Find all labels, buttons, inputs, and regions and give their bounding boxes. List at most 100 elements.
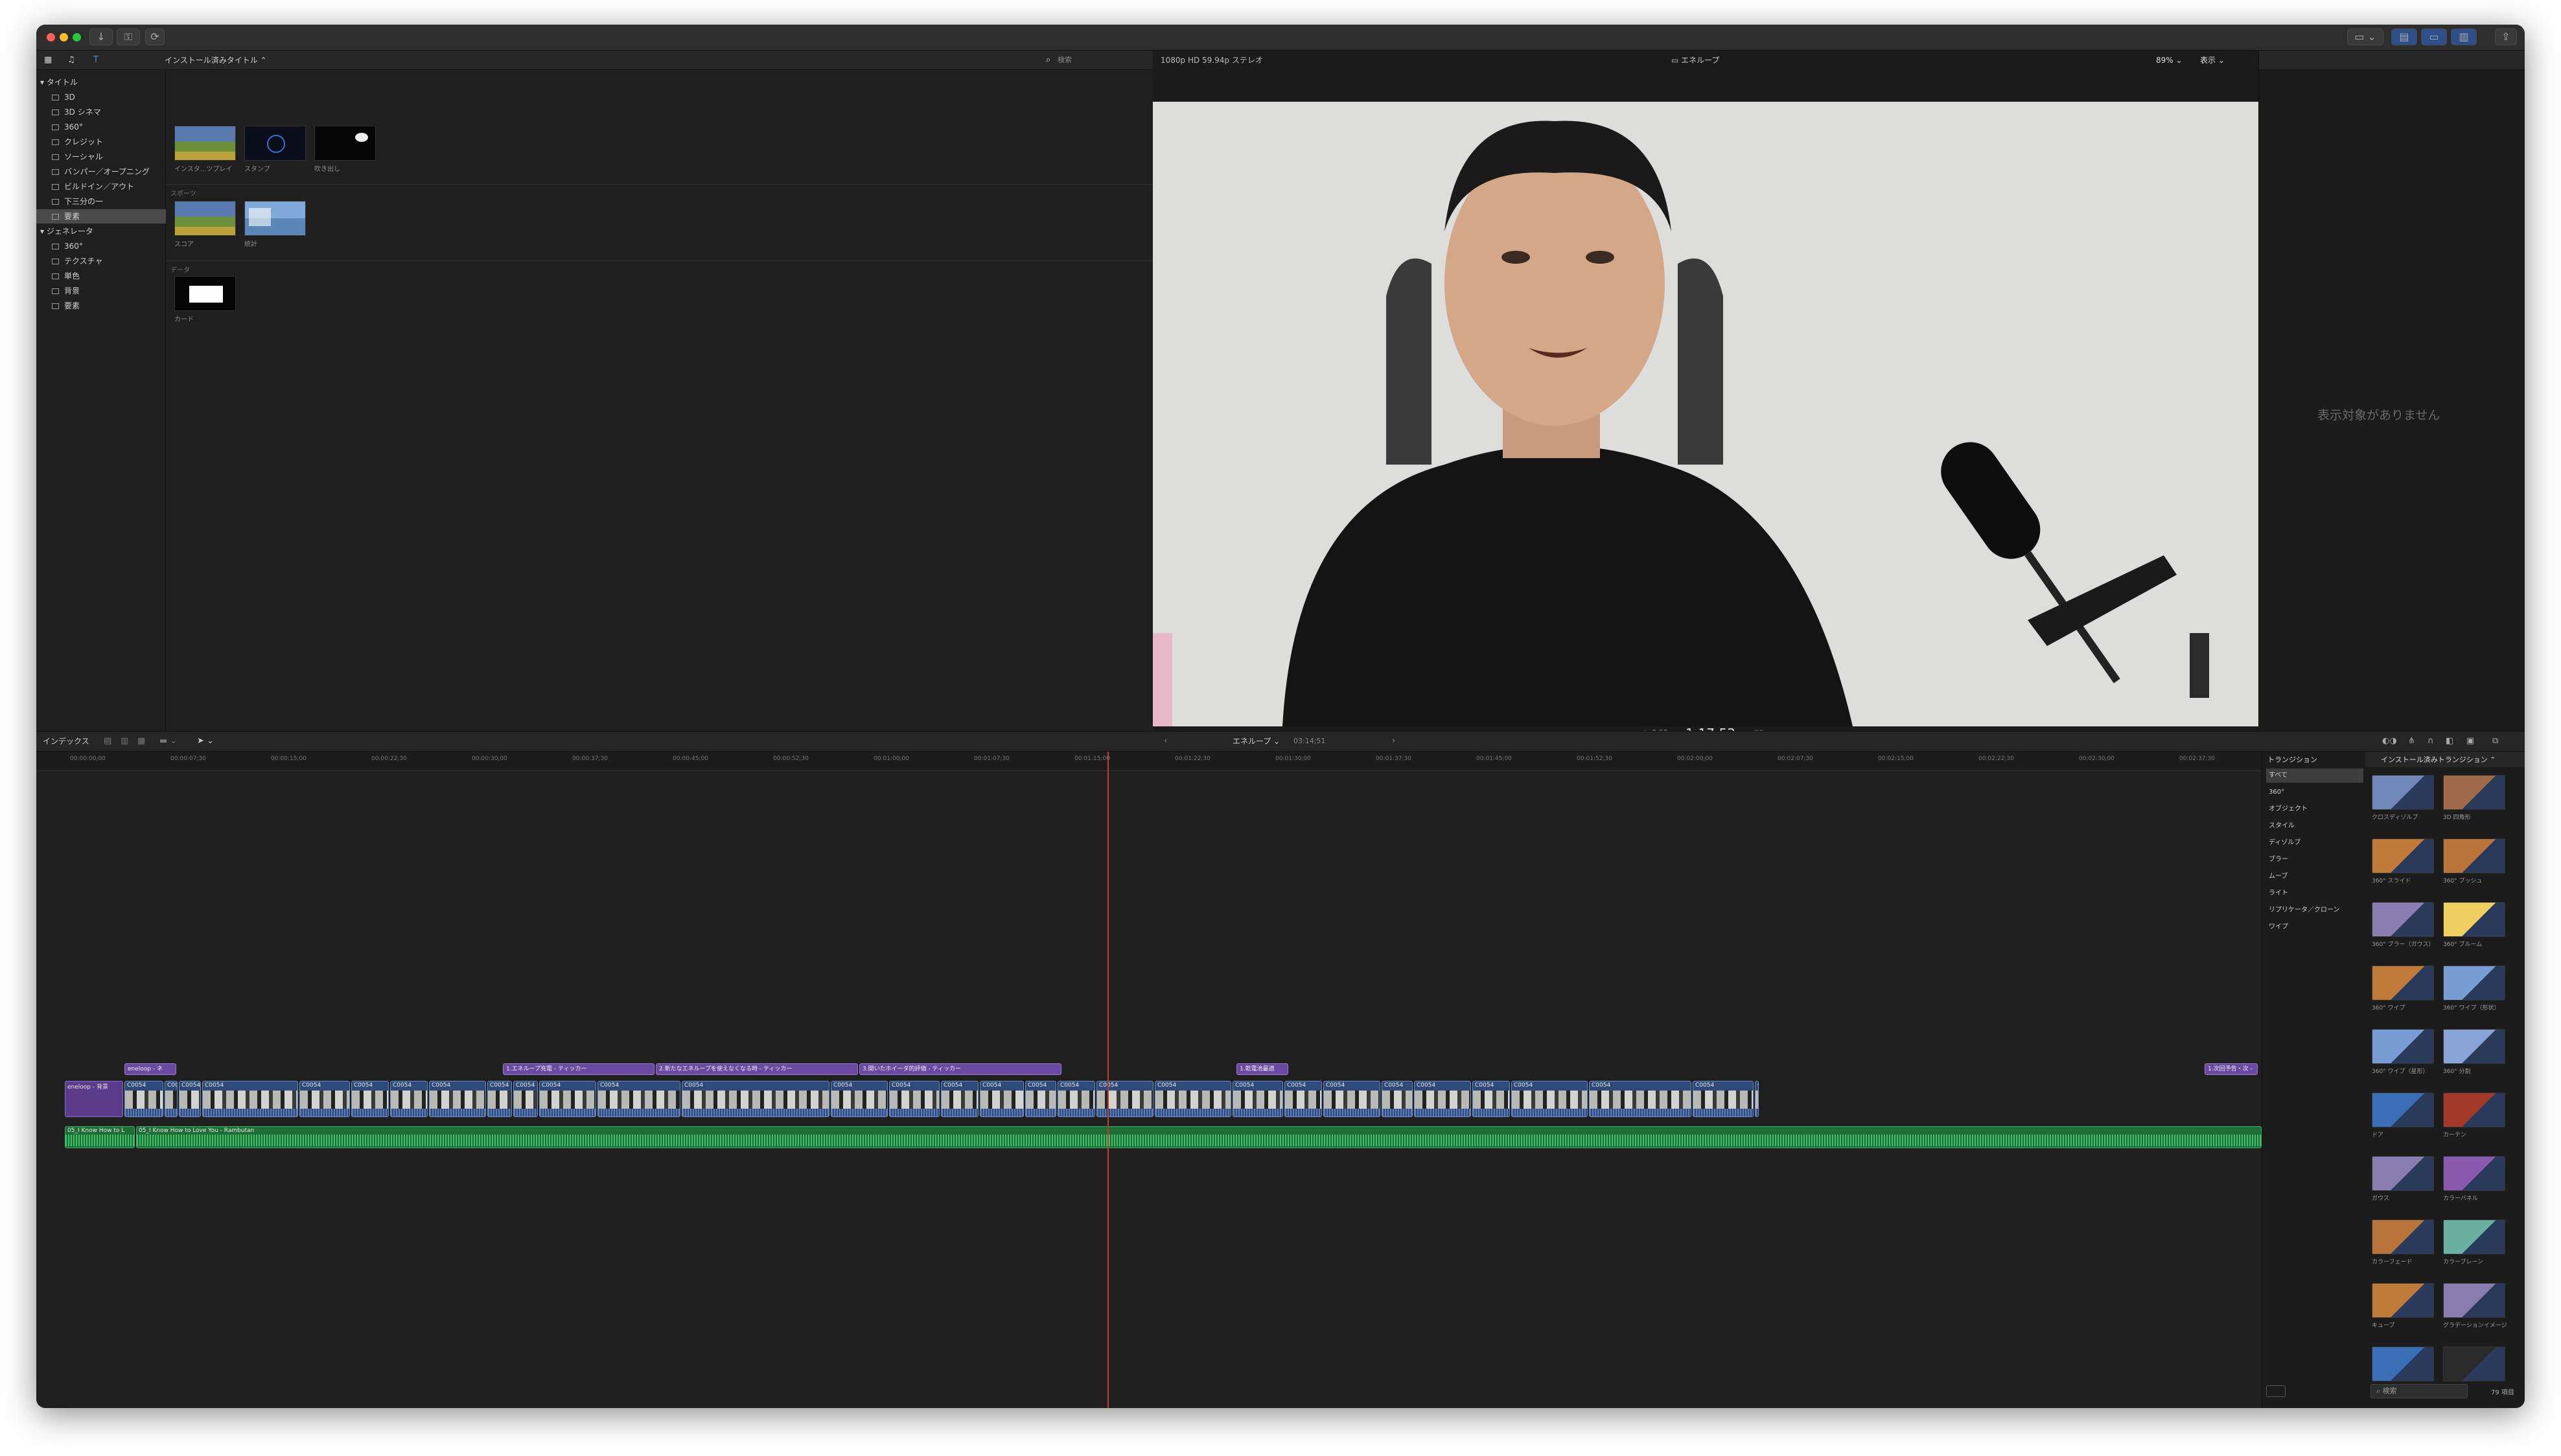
transition-thumbnail[interactable] (2372, 965, 2434, 1000)
title-thumbnail[interactable] (314, 126, 376, 161)
video-clip[interactable]: C0054 (980, 1081, 1024, 1117)
transition-thumbnail[interactable] (2443, 902, 2505, 937)
append-clip-icon[interactable]: ▦ (137, 732, 145, 751)
browser-toggle-button[interactable]: ▤ (2391, 29, 2417, 45)
keywords-button[interactable]: ⚿ (117, 29, 140, 45)
transition-thumbnail[interactable] (2372, 838, 2434, 873)
transition-thumbnail[interactable] (2372, 1092, 2434, 1127)
title-thumbnail[interactable] (174, 201, 236, 236)
inspector-toggle-button[interactable]: ▥ (2451, 29, 2477, 45)
video-clip[interactable]: C0054 (1382, 1081, 1413, 1117)
transition-thumbnail[interactable] (2443, 1029, 2505, 1064)
sidebar-item[interactable]: ソーシャル (36, 150, 166, 164)
video-clip[interactable]: C0054 (1693, 1081, 1754, 1117)
connect-clip-icon[interactable]: ▤ (104, 732, 111, 751)
video-clip[interactable]: C0054 (1323, 1081, 1380, 1117)
video-clip[interactable]: C0054 (941, 1081, 979, 1117)
view-menu[interactable]: 表示 ⌄ (2200, 51, 2225, 70)
overwrite-clip-icon[interactable]: ▬ ⌄ (159, 732, 177, 751)
transition-thumbnail[interactable] (2372, 902, 2434, 937)
transition-category[interactable]: ワイプ (2266, 920, 2363, 934)
audio-skimming-icon[interactable]: ◐◑ (2382, 732, 2397, 751)
sidebar-item[interactable]: ▾ タイトル (36, 75, 166, 89)
sidebar-item[interactable]: 要素 (36, 209, 166, 224)
sidebar-item[interactable]: ▾ ジェネレータ (36, 224, 166, 238)
sidebar-item[interactable]: クレジット (36, 135, 166, 149)
workspace-menu-button[interactable]: ▭ ⌄ (2347, 29, 2383, 45)
background-tasks-button[interactable]: ⟳ (145, 29, 165, 45)
transition-category[interactable]: ムーブ (2266, 870, 2363, 884)
transition-thumbnail[interactable] (2443, 838, 2505, 873)
select-tool-icon[interactable]: ➤ ⌄ (197, 732, 214, 751)
title-thumbnail[interactable] (174, 126, 236, 161)
sidebar-item[interactable]: 3D (36, 90, 166, 104)
zoom-window-button[interactable] (73, 33, 81, 41)
sidebar-item[interactable]: ビルドイン／アウト (36, 179, 166, 194)
sidebar-item[interactable]: 下三分の一 (36, 194, 166, 209)
video-clip[interactable]: C0054 (597, 1081, 680, 1117)
video-clip[interactable]: C0054 (390, 1081, 428, 1117)
sidebar-item[interactable]: 360° (36, 120, 166, 134)
insert-clip-icon[interactable]: ▥ (121, 732, 128, 751)
share-button[interactable]: ⇪ (2495, 29, 2517, 45)
timeline-ruler[interactable]: 00:00:00;00 00:00:07;30 00:00:15;00 00:00:2… (36, 752, 2262, 771)
video-clip[interactable]: C0054 (1511, 1081, 1588, 1117)
sidebar-item[interactable]: 3D シネマ (36, 105, 166, 119)
close-window-button[interactable] (47, 33, 55, 41)
browser-title[interactable]: インストール済みタイトル ⌃ (165, 51, 267, 70)
transition-thumbnail[interactable] (2443, 965, 2505, 1000)
video-clip[interactable]: C0054 (1414, 1081, 1471, 1117)
video-clip[interactable]: C0054 (179, 1081, 201, 1117)
timeline-index-button[interactable]: インデックス (43, 732, 89, 751)
title-clip[interactable]: 1.次回予告・次 - (2205, 1063, 2258, 1075)
video-frame[interactable] (1153, 102, 2258, 726)
video-clip[interactable]: C0054 (1233, 1081, 1283, 1117)
sidebar-toggle-button[interactable] (2266, 1385, 2286, 1397)
import-button[interactable]: ↓ (89, 29, 113, 45)
title-thumbnail[interactable] (244, 126, 306, 161)
title-clip[interactable]: 1.乾電池最適 (1236, 1063, 1288, 1075)
effects-browser-icon[interactable]: ▣ (2466, 732, 2474, 751)
title-clip[interactable]: 3.開いたホイーダ的評価 - ティッカー (859, 1063, 1061, 1075)
title-clip[interactable]: eneloop - ネ (124, 1063, 176, 1075)
sidebar-item[interactable]: 単色 (36, 269, 166, 283)
transition-thumbnail[interactable] (2443, 1283, 2505, 1318)
timeline-project-name[interactable]: エネループ ⌄ (1233, 732, 1280, 751)
video-clip[interactable]: C0054 (299, 1081, 350, 1117)
transition-thumbnail[interactable] (2372, 775, 2434, 810)
snapping-icon[interactable]: ◧ (2446, 732, 2453, 751)
transition-thumbnail[interactable] (2443, 1092, 2505, 1127)
headphones-icon[interactable]: ∩ (2428, 732, 2434, 751)
zoom-menu[interactable]: 89% ⌄ (2156, 51, 2183, 70)
transition-category[interactable]: ブラー (2266, 853, 2363, 867)
library-icon[interactable]: ▦ (44, 51, 52, 70)
installed-transitions-menu[interactable]: インストール済みトランジション ⌃ (2381, 754, 2496, 765)
video-clip[interactable]: C0054 (487, 1081, 512, 1117)
video-clip[interactable]: C0054 (1096, 1081, 1153, 1117)
video-clip[interactable]: C0054 (351, 1081, 389, 1117)
title-clip[interactable]: 1.エネループ充電 - ティッカー (503, 1063, 655, 1075)
video-clip[interactable]: C0054 (1284, 1081, 1322, 1117)
playhead[interactable] (1107, 752, 1109, 1408)
video-clip[interactable]: C0054 (124, 1081, 163, 1117)
timeline-toggle-button[interactable]: ▭ (2421, 29, 2447, 45)
video-clip[interactable]: C0054 (513, 1081, 538, 1117)
transition-thumbnail[interactable] (2372, 1219, 2434, 1254)
video-clip[interactable]: C0054 (889, 1081, 940, 1117)
transition-thumbnail[interactable] (2443, 1219, 2505, 1254)
video-clip[interactable]: C0054 (429, 1081, 486, 1117)
title-thumbnail[interactable] (174, 276, 236, 311)
sidebar-item[interactable]: 背景 (36, 284, 166, 298)
video-clip[interactable]: C0054 (1589, 1081, 1691, 1117)
transition-category[interactable]: スタイル (2266, 819, 2363, 833)
sidebar-item[interactable]: テクスチャ (36, 254, 166, 268)
video-clip[interactable]: C0054 (831, 1081, 888, 1117)
photos-audio-icon[interactable]: ♫ (67, 51, 75, 70)
timeline[interactable]: eneloop - ネ 1.エネループ充電 - ティッカー 2.新たなエネループ… (36, 771, 2262, 1408)
transition-category[interactable]: オブジェクト (2266, 802, 2363, 816)
transitions-browser-icon[interactable]: ⧉ (2492, 732, 2498, 751)
audio-clip[interactable]: 05_I Know How to Love You - Rambutan (136, 1126, 2262, 1148)
transition-thumbnail[interactable] (2443, 1156, 2505, 1191)
transition-category[interactable]: ディゾルブ (2266, 836, 2363, 850)
transition-thumbnail[interactable] (2443, 1346, 2505, 1381)
